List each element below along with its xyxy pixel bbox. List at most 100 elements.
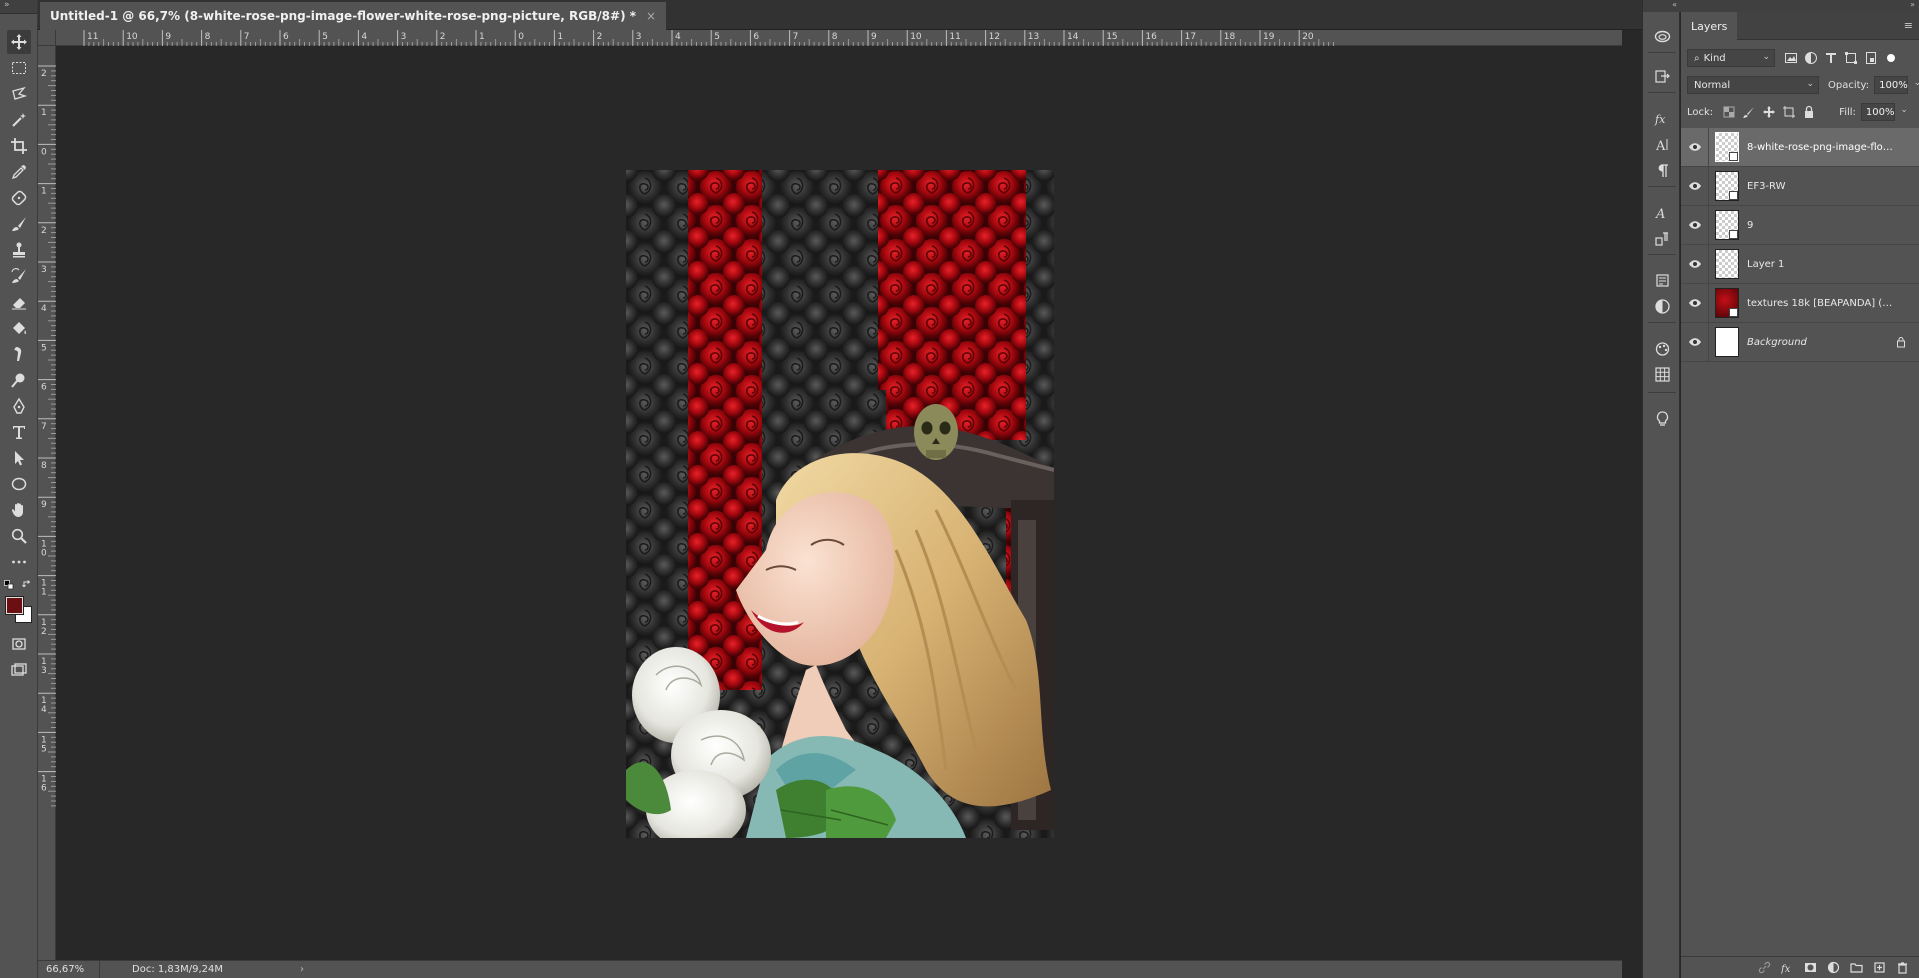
layers-collapse-icon[interactable]: » <box>1681 0 1919 12</box>
layer-name[interactable]: 9 <box>1747 220 1897 231</box>
filter-pixel-icon[interactable] <box>1783 50 1799 66</box>
adjustments-icon[interactable] <box>1652 296 1672 316</box>
link-layers-icon[interactable] <box>1757 961 1771 975</box>
strip-collapse-icon[interactable]: « <box>1643 0 1681 12</box>
ruler-tick-label: 1 <box>41 108 47 118</box>
visibility-eye-icon[interactable] <box>1681 205 1709 245</box>
zoom-level[interactable]: 66,67% <box>38 961 100 978</box>
lock-transparent-pixels-icon[interactable] <box>1721 104 1737 120</box>
panel-menu-icon[interactable]: ≡ <box>1904 19 1913 32</box>
brush-tool-icon[interactable] <box>7 212 31 236</box>
swatches-icon[interactable] <box>1652 338 1672 358</box>
smudge-tool-icon[interactable] <box>7 342 31 366</box>
ruler-origin[interactable] <box>38 30 56 46</box>
new-adjustment-layer-icon[interactable] <box>1826 961 1840 975</box>
lock-artboard-icon[interactable] <box>1781 104 1797 120</box>
lasso-tool-icon[interactable] <box>7 82 31 106</box>
lock-position-icon[interactable] <box>1761 104 1777 120</box>
chevron-down-icon[interactable]: ⌄ <box>1914 78 1919 88</box>
lock-icon[interactable] <box>1895 336 1907 348</box>
document-canvas[interactable] <box>626 170 1054 838</box>
crop-tool-icon[interactable] <box>7 134 31 158</box>
blend-mode-select[interactable]: Normal ⌄ <box>1687 76 1819 94</box>
history-brush-icon[interactable] <box>7 264 31 288</box>
toolbar-collapse[interactable]: » <box>0 0 37 14</box>
close-tab-icon[interactable]: × <box>646 9 656 23</box>
libraries-icon[interactable] <box>1652 26 1672 46</box>
layer-name[interactable]: EF3-RW <box>1747 181 1897 192</box>
more-tools-icon[interactable] <box>7 550 31 574</box>
default-colors-icon[interactable] <box>4 580 14 590</box>
layer-name[interactable]: textures 18k [BEAPANDA] (2... <box>1747 298 1897 309</box>
layer-row[interactable]: EF3-RW <box>1681 166 1919 206</box>
filter-smart-object-icon[interactable] <box>1863 50 1879 66</box>
vertical-ruler[interactable]: 21012345678910111213141516 <box>38 46 56 960</box>
chevron-down-icon[interactable]: ⌄ <box>1900 105 1908 115</box>
lock-image-pixels-icon[interactable] <box>1741 104 1757 120</box>
styles-fx-icon[interactable]: fx <box>1652 108 1672 128</box>
grid-panel-icon[interactable] <box>1652 364 1672 384</box>
opacity-input[interactable]: 100% ⌄ <box>1874 76 1919 94</box>
opacity-label: Opacity: <box>1828 79 1870 91</box>
clone-stamp-icon[interactable] <box>7 238 31 262</box>
swap-colors-icon[interactable] <box>22 579 32 589</box>
screen-mode-icon[interactable] <box>7 658 31 682</box>
move-tool-icon[interactable] <box>7 30 31 54</box>
visibility-eye-icon[interactable] <box>1681 166 1709 206</box>
path-selection-icon[interactable] <box>7 446 31 470</box>
ruler-tick-label: 2 <box>41 226 47 236</box>
add-mask-icon[interactable] <box>1803 961 1817 975</box>
ellipse-tool-icon[interactable] <box>7 472 31 496</box>
paragraph-styles-icon[interactable] <box>1652 228 1672 248</box>
document-tab[interactable]: Untitled-1 @ 66,7% (8-white-rose-png-ima… <box>40 2 667 30</box>
zoom-tool-icon[interactable] <box>7 524 31 548</box>
dodge-tool-icon[interactable] <box>7 368 31 392</box>
layers-tab[interactable]: Layers <box>1681 12 1738 40</box>
status-menu-arrow[interactable]: › <box>300 964 304 975</box>
layer-name[interactable]: Layer 1 <box>1747 259 1897 270</box>
lock-all-icon[interactable] <box>1801 104 1817 120</box>
new-group-folder-icon[interactable] <box>1849 961 1863 975</box>
filter-toggle-icon[interactable] <box>1883 50 1899 66</box>
properties-icon[interactable] <box>1652 270 1672 290</box>
fill-input[interactable]: 100% ⌄ <box>1860 103 1908 121</box>
layer-row[interactable]: 9 <box>1681 205 1919 245</box>
visibility-eye-icon[interactable] <box>1681 283 1709 323</box>
type-tool-icon[interactable] <box>7 420 31 444</box>
magic-wand-icon[interactable] <box>7 108 31 132</box>
marquee-tool-icon[interactable] <box>7 56 31 80</box>
foreground-color-swatch[interactable] <box>5 596 24 615</box>
filter-shape-icon[interactable] <box>1843 50 1859 66</box>
paint-bucket-icon[interactable] <box>7 316 31 340</box>
character-icon[interactable]: A <box>1652 134 1672 154</box>
paragraph-icon[interactable] <box>1652 160 1672 180</box>
filter-type-icon[interactable] <box>1823 50 1839 66</box>
delete-layer-trash-icon[interactable] <box>1895 961 1909 975</box>
layer-thumbnail <box>1715 171 1739 201</box>
hand-tool-icon[interactable] <box>7 498 31 522</box>
filter-adjustment-icon[interactable] <box>1803 50 1819 66</box>
visibility-eye-icon[interactable] <box>1681 322 1709 362</box>
eyedropper-icon[interactable] <box>7 160 31 184</box>
layer-name[interactable]: 8-white-rose-png-image-flow... <box>1747 142 1897 153</box>
pen-tool-icon[interactable] <box>7 394 31 418</box>
learn-lightbulb-icon[interactable] <box>1652 408 1672 428</box>
ruler-tick-label: 15 <box>1106 32 1117 42</box>
canvas-area[interactable] <box>57 47 1622 960</box>
filter-kind-select[interactable]: ⌕ Kind ⌄ <box>1687 49 1775 67</box>
layer-row[interactable]: Layer 1 <box>1681 244 1919 284</box>
visibility-eye-icon[interactable] <box>1681 244 1709 284</box>
layer-row[interactable]: 8-white-rose-png-image-flow... <box>1681 127 1919 167</box>
layer-row[interactable]: Background <box>1681 322 1919 362</box>
quick-mask-icon[interactable] <box>7 632 31 656</box>
new-layer-icon[interactable] <box>1872 961 1886 975</box>
layer-style-fx-icon[interactable]: fx <box>1780 961 1794 975</box>
layer-row[interactable]: textures 18k [BEAPANDA] (2... <box>1681 283 1919 323</box>
eraser-icon[interactable] <box>7 290 31 314</box>
glyphs-icon[interactable]: A <box>1652 202 1672 222</box>
horizontal-ruler[interactable]: 11 10 9 8 7 6 5 4 3 2 1 0 1 2 3 4 5 6 7 8 9 10 11 12 13 14 15 16 17 1… <box>56 30 1622 46</box>
history-icon[interactable] <box>1652 66 1672 86</box>
layer-name[interactable]: Background <box>1747 337 1897 348</box>
visibility-eye-icon[interactable] <box>1681 127 1709 167</box>
healing-brush-icon[interactable] <box>7 186 31 210</box>
